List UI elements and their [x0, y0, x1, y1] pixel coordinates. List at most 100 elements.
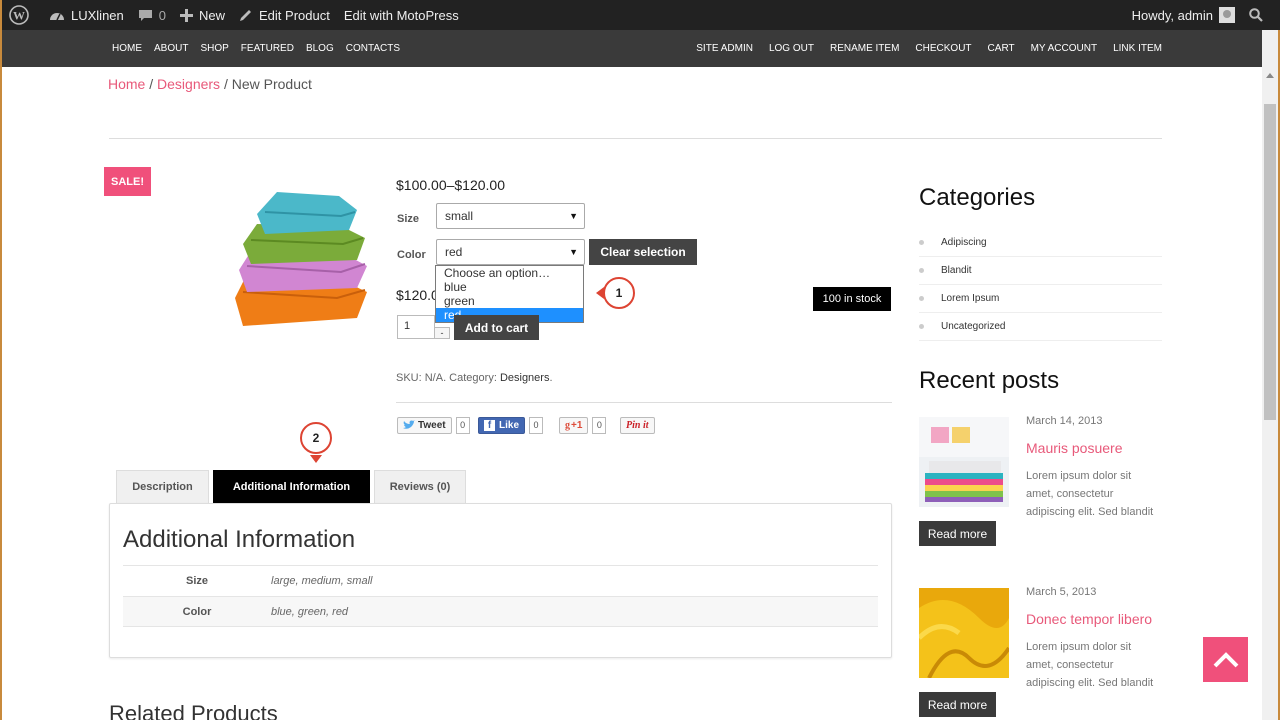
site-name-menu[interactable]: LUXlinen: [42, 0, 131, 30]
nav-featured[interactable]: FEATURED: [241, 43, 294, 54]
related-products-heading: Related Products: [109, 701, 278, 720]
breadcrumb-home[interactable]: Home: [108, 76, 145, 92]
read-more-button[interactable]: Read more: [919, 521, 996, 546]
annotation-marker-2: 2: [300, 422, 332, 454]
color-select-value: red: [445, 245, 463, 259]
color-option-blue[interactable]: blue: [436, 280, 583, 294]
add-to-cart-button[interactable]: Add to cart: [454, 315, 539, 340]
post-thumbnail[interactable]: [919, 417, 1009, 507]
size-select-value: small: [445, 209, 474, 223]
quantity-input[interactable]: 1: [397, 315, 435, 339]
scrollbar-thumb[interactable]: [1264, 104, 1276, 420]
admin-search[interactable]: [1242, 0, 1276, 30]
variation-price: $120.00: [396, 287, 436, 303]
pencil-icon: [240, 10, 252, 21]
nav-rename-item[interactable]: RENAME ITEM: [830, 43, 899, 54]
scroll-up-icon[interactable]: [1266, 73, 1274, 78]
bullet-icon: [919, 240, 924, 245]
nav-cart[interactable]: CART: [988, 43, 1015, 54]
sku-text: SKU: N/A. Category:: [396, 372, 500, 384]
category-name: Blandit: [941, 265, 972, 276]
clear-selection-button[interactable]: Clear selection: [589, 239, 697, 265]
motopress-label: Edit with MotoPress: [343, 7, 459, 23]
sale-badge: SALE!: [104, 167, 151, 196]
breadcrumb-category[interactable]: Designers: [157, 76, 220, 92]
facebook-share: f Like 0: [478, 416, 544, 434]
breadcrumb-current: New Product: [231, 76, 312, 92]
new-content-menu[interactable]: New: [173, 0, 232, 30]
nav-blog[interactable]: BLOG: [306, 43, 334, 54]
post-title-link[interactable]: Mauris posuere: [1026, 440, 1123, 456]
post-thumbnail[interactable]: [919, 588, 1009, 678]
post-date: March 5, 2013: [1026, 586, 1097, 598]
pinterest-share: Pin it: [620, 416, 655, 434]
category-link[interactable]: Designers: [500, 372, 550, 384]
nav-contacts[interactable]: CONTACTS: [346, 43, 400, 54]
chevron-down-icon: ▼: [569, 211, 578, 221]
nav-checkout[interactable]: CHECKOUT: [915, 43, 971, 54]
post-date: March 14, 2013: [1026, 415, 1103, 427]
edit-motopress-link[interactable]: Edit with MotoPress: [337, 0, 466, 30]
tweet-button[interactable]: Tweet: [397, 416, 452, 434]
color-option-choose[interactable]: Choose an option…: [436, 266, 583, 280]
post-excerpt: Lorem ipsum dolor sit amet, consectetur …: [1026, 641, 1154, 689]
table-row: Color blue, green, red: [123, 596, 878, 627]
attribute-name: Color: [182, 605, 212, 618]
nav-log-out[interactable]: LOG OUT: [769, 43, 814, 54]
table-row: Size large, medium, small: [123, 565, 878, 596]
meta-end: .: [549, 372, 553, 384]
nav-about[interactable]: ABOUT: [154, 43, 188, 54]
nav-my-account[interactable]: MY ACCOUNT: [1031, 43, 1098, 54]
post-title-link[interactable]: Donec tempor libero: [1026, 611, 1152, 627]
back-to-top-button[interactable]: [1203, 637, 1248, 682]
attribute-value: large, medium, small: [271, 575, 373, 587]
panel-heading: Additional Information: [123, 526, 356, 553]
tweet-share: Tweet 0: [397, 416, 470, 434]
wp-logo-menu[interactable]: W: [2, 0, 42, 30]
nav-shop[interactable]: SHOP: [200, 43, 228, 54]
twitter-icon: [403, 420, 415, 429]
googleplus-share: g +1 0: [559, 416, 607, 434]
svg-text:W: W: [13, 9, 25, 23]
chevron-up-icon: [1213, 651, 1238, 667]
nav-site-admin[interactable]: SITE ADMIN: [696, 43, 753, 54]
tweet-label: Tweet: [418, 419, 446, 431]
my-account-menu[interactable]: Howdy, admin: [1125, 0, 1242, 30]
read-more-button[interactable]: Read more: [919, 692, 996, 717]
breadcrumb: Home / Designers / New Product: [108, 76, 312, 92]
marker-pointer-icon: [310, 455, 322, 463]
primary-menu: HOME ABOUT SHOP FEATURED BLOG CONTACTS: [112, 43, 412, 54]
tab-additional-information[interactable]: Additional Information: [213, 470, 370, 503]
attribute-name: Size: [185, 575, 208, 587]
list-item[interactable]: Lorem Ipsum: [919, 285, 1162, 313]
pin-it-button[interactable]: Pin it: [620, 416, 655, 434]
edit-product-link[interactable]: Edit Product: [232, 0, 337, 30]
category-name: Lorem Ipsum: [941, 293, 1000, 304]
post-excerpt: Lorem ipsum dolor sit amet, consectetur …: [1026, 470, 1154, 518]
color-select[interactable]: red ▼: [436, 239, 585, 265]
bullet-icon: [919, 296, 924, 301]
list-item[interactable]: Uncategorized: [919, 313, 1162, 341]
site-name: LUXlinen: [71, 7, 124, 23]
categories-heading: Categories: [919, 184, 1036, 211]
facebook-like-button[interactable]: f Like: [478, 416, 526, 434]
size-select[interactable]: small ▼: [436, 203, 585, 229]
categories-list: Adipiscing Blandit Lorem Ipsum Uncategor…: [919, 229, 1162, 341]
list-item[interactable]: Blandit: [919, 257, 1162, 285]
page-scrollbar[interactable]: [1262, 30, 1278, 720]
comments-count: 0: [158, 7, 166, 23]
gplus-count: 0: [592, 416, 607, 434]
googleplus-button[interactable]: g +1: [559, 416, 589, 434]
quantity-decrement[interactable]: -: [434, 327, 450, 339]
like-label: Like: [499, 419, 520, 431]
color-option-green[interactable]: green: [436, 294, 583, 308]
tab-reviews[interactable]: Reviews (0): [374, 470, 466, 503]
like-count: 0: [529, 416, 544, 434]
list-item[interactable]: Adipiscing: [919, 229, 1162, 257]
comments-menu[interactable]: 0: [131, 0, 173, 30]
product-image[interactable]: [217, 168, 382, 333]
tab-description[interactable]: Description: [116, 470, 209, 503]
comment-icon: [138, 9, 152, 21]
nav-link-item[interactable]: LINK ITEM: [1113, 43, 1162, 54]
nav-home[interactable]: HOME: [112, 43, 142, 54]
